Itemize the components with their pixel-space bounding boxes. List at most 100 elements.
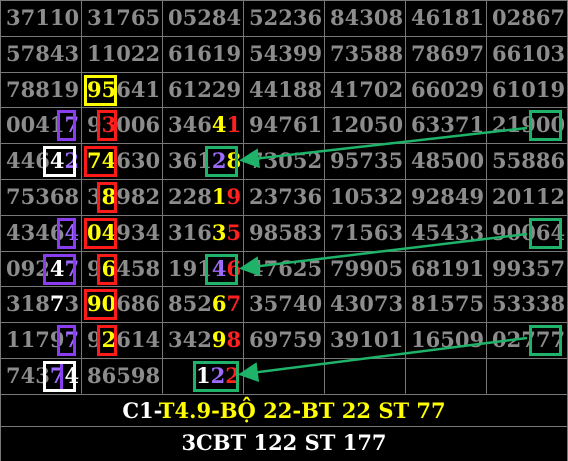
grid-digit: 8 [411,291,426,316]
grid-digit: 0 [278,148,293,173]
grid-cell: 79905 [324,252,404,286]
grid-digit: 3 [35,363,50,388]
grid-digit: 1 [6,327,21,352]
grid-digit: 6 [506,41,522,66]
grid-digit: 5 [492,291,507,316]
grid-cell: 31873 [0,287,80,321]
grid-digit: 6 [411,256,426,281]
grid-cell: 00417 [0,108,80,142]
grid-digit: 0 [454,327,470,352]
grid-digit: 4 [35,220,50,245]
grid-digit: 1 [182,77,198,102]
grid-digit: 8 [425,256,441,281]
grid-digit: 9 [249,220,264,245]
grid-digit: 8 [292,220,308,245]
grid-digit: 3 [35,184,50,209]
grid-cell: 48500 [405,144,485,178]
grid-digit: 0 [168,5,183,30]
grid-digit: 4 [249,256,264,281]
grid-cell: 73588 [324,37,404,71]
grid-cell: 22819 [162,180,242,214]
grid-digit: 3 [535,291,551,316]
grid-digit: 2 [225,363,240,388]
grid-digit: 0 [64,5,80,30]
grid-digit: 7 [550,256,566,281]
grid-digit: 8 [35,41,50,66]
grid-digit: 5 [506,148,522,173]
grid-digit: 6 [535,220,551,245]
grid-digit: 4 [6,148,21,173]
grid-digit: 4 [226,5,242,30]
grid-digit: 5 [249,41,264,66]
grid-digit: 3 [20,220,36,245]
grid-digit: 5 [307,256,323,281]
grid-digit: 5 [263,291,279,316]
grid-digit: 5 [359,220,374,245]
grid-cell: 54399 [243,37,323,71]
grid-digit: 5 [469,291,485,316]
grid-digit: 1 [196,363,211,388]
grid-digit: 1 [101,41,117,66]
grid-digit: 8 [440,184,455,209]
grid-digit: 9 [330,148,345,173]
grid-digit: 7 [454,291,470,316]
grid-digit: 3 [168,220,183,245]
grid-digit: 8 [454,5,470,30]
grid-cell: 02867 [486,1,566,35]
grid-digit: 2 [168,184,183,209]
grid-digit: 7 [521,327,536,352]
grid-cell: 92849 [405,180,485,214]
grid-digit: 5 [101,77,117,102]
grid-digit: 3 [64,41,80,66]
grid-digit: 6 [116,327,131,352]
grid-cell: 75368 [0,180,80,214]
grid-digit: 3 [440,112,455,137]
grid-digit: 4 [411,148,426,173]
grid-cell: 61019 [486,73,566,107]
grid-digit: 0 [388,112,404,137]
grid-cell: 34298 [162,323,242,357]
grid-cell: 02777 [486,323,566,357]
grid-cell [486,359,566,393]
grid-digit: 4 [145,327,161,352]
grid-digit: 7 [35,327,50,352]
grid-digit: 9 [454,256,470,281]
grid-digit: 5 [226,220,242,245]
grid-digit: 1 [197,256,212,281]
grid-digit: 8 [35,77,50,102]
grid-cell [243,359,323,393]
grid-digit: 9 [307,41,323,66]
grid-digit: 1 [425,291,441,316]
grid-cell: 23736 [243,180,323,214]
grid-digit: 0 [87,220,102,245]
grid-digit: 3 [278,41,293,66]
grid-digit: 3 [425,112,441,137]
grid-digit: 5 [535,256,551,281]
grid-digit: 5 [20,184,36,209]
grid-digit: 2 [197,327,212,352]
grid-cell: 41702 [324,73,404,107]
grid-digit: 1 [211,184,227,209]
grid-digit: 4 [330,77,345,102]
grid-digit: 3 [521,291,536,316]
grid-cell: 31635 [162,216,242,250]
grid-digit: 9 [226,184,242,209]
grid-digit: 5 [6,41,21,66]
grid-cell [405,359,485,393]
grid-cell: 95735 [324,144,404,178]
grid-digit: 9 [116,184,131,209]
grid-digit: 3 [87,184,102,209]
grid-digit: 1 [469,256,485,281]
grid-digit: 0 [373,77,389,102]
grid-digit: 4 [263,41,279,66]
grid-digit: 3 [168,327,183,352]
grid-digit: 9 [469,327,485,352]
grid-digit: 3 [344,41,360,66]
grid-digit: 7 [278,327,293,352]
grid-digit: 8 [373,41,389,66]
grid-digit: 1 [344,77,360,102]
grid-cell [324,359,404,393]
grid-digit: 7 [6,363,21,388]
grid-digit: 2 [454,77,470,102]
grid-digit: 4 [6,220,21,245]
